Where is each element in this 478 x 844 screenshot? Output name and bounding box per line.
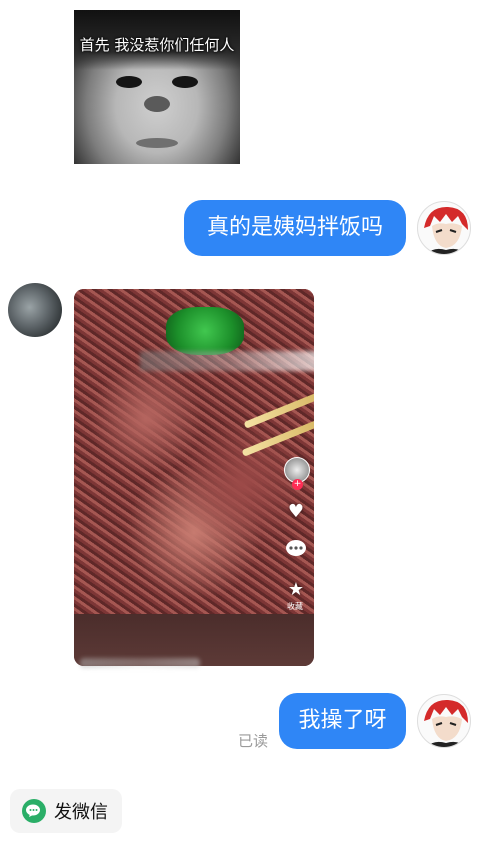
meme-nose xyxy=(144,96,170,112)
outgoing-message-bubble[interactable]: 真的是姨妈拌饭吗 xyxy=(184,200,406,256)
message-text: 真的是姨妈拌饭吗 xyxy=(206,215,383,240)
contact-avatar[interactable] xyxy=(8,283,62,337)
self-avatar[interactable] xyxy=(417,694,471,748)
heart-icon[interactable]: ♥ xyxy=(284,501,308,522)
video-herb-garnish xyxy=(166,307,244,355)
anime-avatar-icon xyxy=(424,699,468,747)
message-text: 我操了呀 xyxy=(298,708,387,733)
meme-caption: 首先 我没惹你们任何人 xyxy=(79,36,235,54)
follow-plus-icon[interactable]: + xyxy=(292,479,303,490)
blurred-video-caption xyxy=(80,658,200,668)
blurred-overlay-text xyxy=(140,351,314,371)
favorite-label: 收藏 xyxy=(287,602,303,611)
anime-avatar-icon xyxy=(424,206,468,254)
meme-mouth xyxy=(136,138,178,148)
comment-icon[interactable] xyxy=(284,539,308,564)
meme-left-eye xyxy=(116,76,142,88)
star-icon[interactable]: ★ xyxy=(284,579,308,600)
send-wechat-label: 发微信 xyxy=(54,802,108,823)
meme-right-eye xyxy=(172,76,198,88)
self-avatar[interactable] xyxy=(417,201,471,255)
meme-sticker-image[interactable]: 首先 我没惹你们任何人 xyxy=(74,10,240,164)
wechat-icon xyxy=(22,799,46,823)
outgoing-message-bubble[interactable]: 我操了呀 xyxy=(279,693,406,749)
shared-video-card[interactable]: + ♥ ★ 收藏 ➦ 分享 xyxy=(74,289,314,666)
send-wechat-button[interactable]: 发微信 xyxy=(10,789,122,833)
read-status: 已读 xyxy=(238,732,269,750)
